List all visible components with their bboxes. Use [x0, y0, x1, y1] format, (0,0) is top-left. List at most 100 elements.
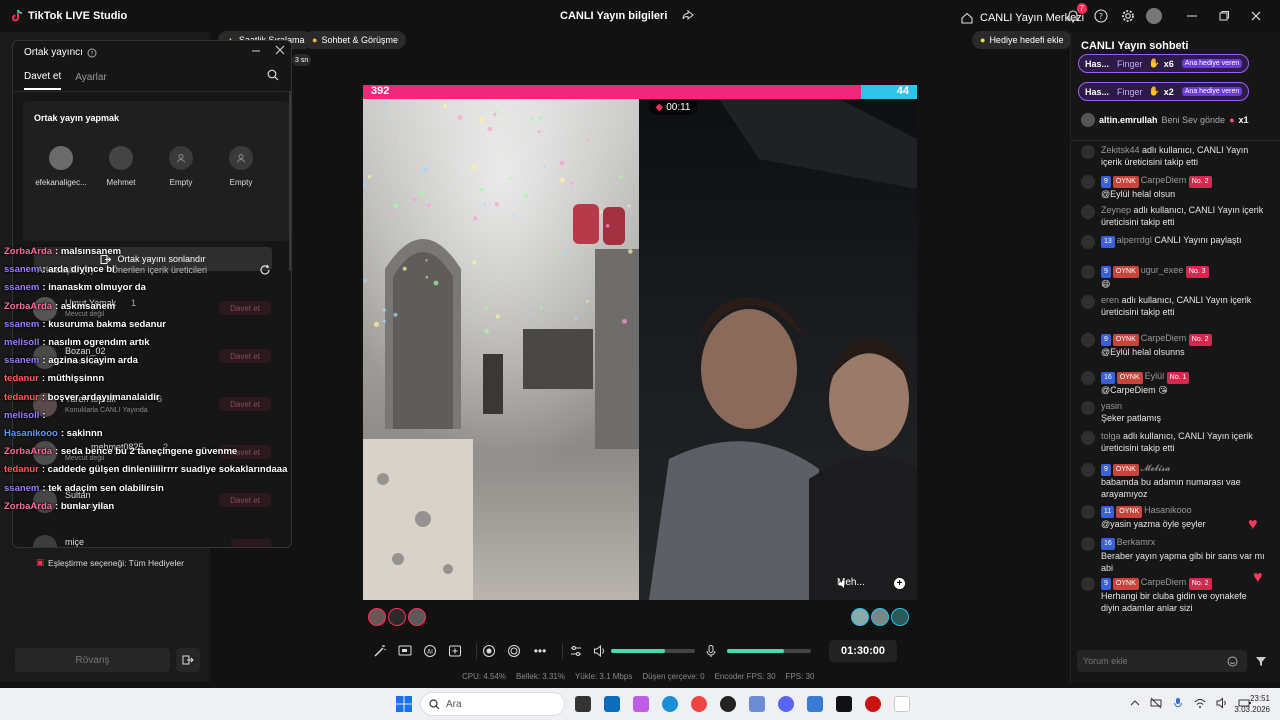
overlay-chat-user[interactable]: tedanur — [4, 392, 39, 403]
overlay-chat-user[interactable]: melisoll — [4, 337, 39, 348]
comment-input[interactable] — [1077, 650, 1247, 672]
avatar[interactable] — [1081, 333, 1095, 347]
chat-message[interactable]: tolga adlı kullanıcı, CANLI Yayın içerik… — [1081, 430, 1267, 454]
avatar[interactable] — [1081, 175, 1095, 189]
audio-settings-icon[interactable] — [563, 644, 589, 658]
edge-icon[interactable] — [662, 696, 678, 712]
chat-message[interactable]: eren adlı kullanıcı, CANLI Yayın içerik … — [1081, 294, 1267, 318]
avatar[interactable] — [1081, 235, 1095, 249]
task-view-icon[interactable] — [575, 696, 591, 712]
gift-goal-chip[interactable]: ● Hediye hedefi ekle — [972, 31, 1072, 49]
avatar[interactable] — [1081, 145, 1095, 159]
overlay-chat-user[interactable]: ZorbaArda — [4, 501, 52, 512]
mic-slider[interactable] — [727, 649, 811, 653]
volume-icon[interactable] — [589, 644, 611, 658]
comment-field[interactable] — [1083, 656, 1223, 666]
chat-username[interactable]: Eylül — [1145, 371, 1165, 381]
chat-message[interactable]: 9 OYNK CarpeDiem No. 2 Herhangi bir cluba g… — [1081, 576, 1267, 614]
search-icon[interactable] — [267, 69, 279, 81]
overlay-chat-user[interactable]: tedanur — [4, 464, 39, 475]
close-window-icon[interactable] — [1247, 7, 1265, 25]
chat-message[interactable]: 9 OYNK CarpeDiem No. 2 @Eylül helal olsun — [1081, 174, 1267, 200]
microphone-icon[interactable] — [695, 644, 727, 658]
obs-icon[interactable] — [720, 696, 736, 712]
exit-battle-icon[interactable] — [176, 648, 200, 672]
avatar[interactable] — [871, 608, 889, 626]
record-icon[interactable] — [477, 644, 501, 658]
overlay-chat-user[interactable]: ssanem — [4, 264, 39, 275]
avatar[interactable] — [1081, 463, 1095, 477]
avatar[interactable] — [1081, 205, 1095, 219]
sound-icon[interactable] — [1216, 697, 1228, 709]
avatar[interactable] — [891, 608, 909, 626]
mic-tray-icon[interactable] — [1172, 697, 1184, 709]
clock[interactable]: 23:51 3.03.2026 — [1232, 693, 1270, 715]
notepad-icon[interactable] — [894, 696, 910, 712]
overlay-chat-user[interactable]: ssanem — [4, 319, 39, 330]
help-icon[interactable]: ? — [1092, 7, 1110, 25]
chat-username[interactable]: Berkamrx — [1117, 537, 1156, 547]
live-info-title[interactable]: CANLI Yayın bilgileri — [560, 10, 667, 22]
avatar[interactable] — [851, 608, 869, 626]
slot-empty-2[interactable]: Empty — [211, 146, 271, 187]
windows-start-icon[interactable] — [396, 696, 412, 712]
avatar[interactable] — [1081, 265, 1095, 279]
avatar[interactable] — [408, 608, 426, 626]
chat-message[interactable]: yasin Şeker patlamış — [1081, 400, 1267, 424]
chat-message[interactable]: 16 Berkamrx Beraber yayın yapma gibi bir s… — [1081, 536, 1267, 574]
emoji-icon[interactable] — [1227, 656, 1238, 667]
chat-message[interactable]: Zekitsk44 adlı kullanıcı, CANLI Yayın iç… — [1081, 144, 1267, 168]
chat-username[interactable]: Zekitsk44 — [1101, 145, 1140, 155]
avatar[interactable] — [1081, 401, 1095, 415]
avatar[interactable] — [1081, 431, 1095, 445]
overlay-chat-user[interactable]: tedanur — [4, 373, 39, 384]
avatar[interactable] — [1081, 537, 1095, 551]
taskbar-search[interactable]: Ara — [420, 692, 565, 716]
avatar[interactable] — [1081, 371, 1095, 385]
tiktok-app-icon[interactable] — [836, 696, 852, 712]
slot-guest-2[interactable]: Mehmet — [91, 146, 151, 187]
scrollbar[interactable] — [289, 91, 291, 271]
chat-message[interactable]: 9 OYNK CarpeDiem No. 2 @Eylül helal olsunns — [1081, 332, 1267, 358]
overlay-chat-user[interactable]: ssanem — [4, 282, 39, 293]
chat-username[interactable]: CarpeDiem — [1141, 175, 1187, 185]
bell-icon[interactable]: 7 — [1064, 3, 1087, 25]
info-icon[interactable]: ? — [87, 48, 97, 58]
chrome-icon[interactable] — [691, 696, 707, 712]
overlay-chat-user[interactable]: Hasanikooo — [4, 428, 58, 439]
copilot-icon[interactable] — [633, 696, 649, 712]
media-player-icon[interactable] — [865, 696, 881, 712]
rematch-button[interactable]: Rövanş — [15, 648, 170, 672]
ai-icon[interactable]: AI — [417, 644, 442, 658]
chat-username[interactable]: Hasanikooo — [1144, 505, 1192, 515]
magic-wand-icon[interactable] — [368, 644, 392, 658]
gift-message[interactable]: altin.emrullah Beni Sev gönde ● x1 — [1081, 113, 1249, 127]
overlay-chat-user[interactable]: ZorbaArda — [4, 246, 52, 257]
avatar[interactable] — [1081, 505, 1095, 519]
overlay-chat-user[interactable]: melisoll — [4, 410, 39, 421]
overlay-chat-user[interactable]: ssanem — [4, 355, 39, 366]
add-source-icon[interactable] — [442, 644, 467, 658]
add-guest-icon[interactable]: + — [894, 578, 905, 589]
profile-avatar[interactable] — [1146, 8, 1162, 24]
invite-button[interactable] — [231, 539, 271, 547]
slot-guest-1[interactable]: efekanaligec... — [31, 146, 91, 187]
chat-message[interactable]: Zeynep adlı kullanıcı, CANLI Yayın içeri… — [1081, 204, 1267, 228]
chat-message[interactable]: 11 OYNK Hasanikooo @yasin yazma öyle şeyler — [1081, 504, 1267, 530]
speaker-icon[interactable] — [838, 579, 848, 589]
chat-username[interactable]: ugur_exee — [1141, 265, 1184, 275]
panel-close-icon[interactable] — [275, 45, 285, 55]
chat-username[interactable]: CarpeDiem — [1141, 577, 1187, 587]
chat-username[interactable]: 𝓜𝓮𝓵𝓲𝓼𝓪 — [1141, 463, 1171, 473]
avatar[interactable] — [368, 608, 386, 626]
chat-username[interactable]: eren — [1101, 295, 1119, 305]
settings-app-icon[interactable] — [749, 696, 765, 712]
volume-slider[interactable] — [611, 649, 695, 653]
share-icon[interactable] — [682, 9, 694, 21]
gift-message[interactable]: Has... Finger ✋ x2 Ana hediye veren — [1078, 82, 1250, 101]
chat-username[interactable]: Zeynep — [1101, 205, 1131, 215]
minimize-icon[interactable] — [1183, 7, 1201, 25]
overlay-chat-user[interactable]: ssanem — [4, 483, 39, 494]
chat-message[interactable]: 9 OYNK ugur_exee No. 3 😄 — [1081, 264, 1267, 290]
chat-message[interactable]: 13 alperrdgl CANLI Yayını paylaştı — [1081, 234, 1267, 249]
